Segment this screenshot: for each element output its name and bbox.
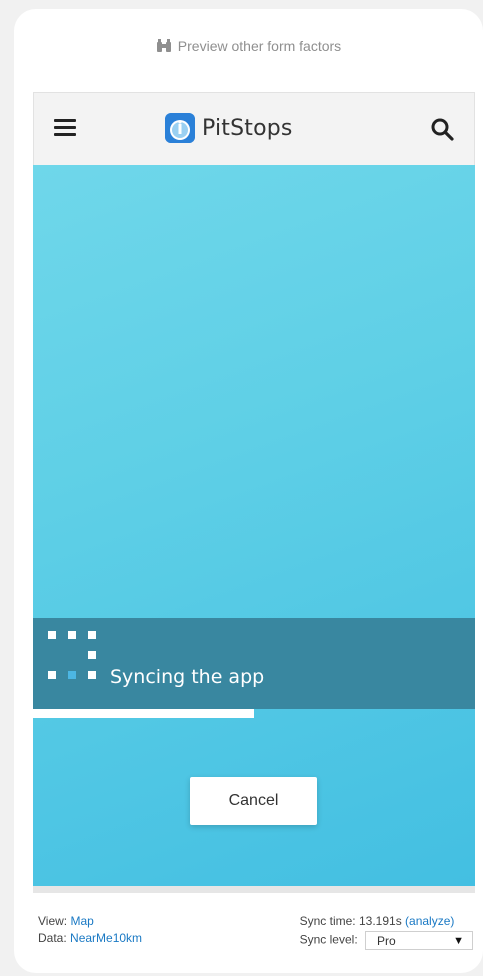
analyze-link[interactable]: (analyze) xyxy=(405,914,454,928)
data-label: Data: xyxy=(38,931,67,945)
app-title: PitStops xyxy=(202,115,293,141)
sync-level-value: Pro xyxy=(377,934,396,948)
sync-level-info: Sync level: Pro ▼ xyxy=(300,931,473,950)
view-link[interactable]: Map xyxy=(70,914,93,928)
data-info: Data: NearMe10km xyxy=(38,930,142,947)
preview-form-factors[interactable]: Preview other form factors xyxy=(14,38,483,54)
cancel-button[interactable]: Cancel xyxy=(190,777,317,825)
sync-level-select[interactable]: Pro ▼ xyxy=(365,931,473,950)
sync-time-info: Sync time: 13.191s (analyze) xyxy=(300,913,473,930)
sync-time-label: Sync time: xyxy=(299,914,356,928)
sync-status-band: Syncing the app xyxy=(33,618,475,709)
footer-divider xyxy=(33,886,475,893)
data-link[interactable]: NearMe10km xyxy=(70,931,142,945)
chevron-down-icon: ▼ xyxy=(453,935,464,947)
sync-status-text: Syncing the app xyxy=(110,666,265,688)
footer-right: Sync time: 13.191s (analyze) Sync level:… xyxy=(300,913,473,950)
view-info: View: Map xyxy=(38,913,142,930)
sync-progress-bar xyxy=(33,709,475,718)
binoculars-icon xyxy=(156,39,171,52)
app-header: PitStops xyxy=(33,92,475,165)
hamburger-menu-icon[interactable] xyxy=(54,119,76,139)
sync-spinner-icon xyxy=(48,631,100,683)
search-icon[interactable] xyxy=(430,117,454,141)
preview-label: Preview other form factors xyxy=(177,38,342,54)
device-frame: Preview other form factors PitStops Sync… xyxy=(14,9,483,973)
app-brand: PitStops xyxy=(165,113,293,143)
sync-level-label: Sync level: xyxy=(299,932,358,947)
sync-time-value: 13.191s xyxy=(358,914,402,928)
view-label: View: xyxy=(38,914,68,928)
sync-screen: Syncing the app Cancel xyxy=(33,165,475,886)
app-logo-icon xyxy=(165,113,195,143)
footer-left: View: Map Data: NearMe10km xyxy=(38,913,142,947)
sync-progress-fill xyxy=(33,709,254,718)
